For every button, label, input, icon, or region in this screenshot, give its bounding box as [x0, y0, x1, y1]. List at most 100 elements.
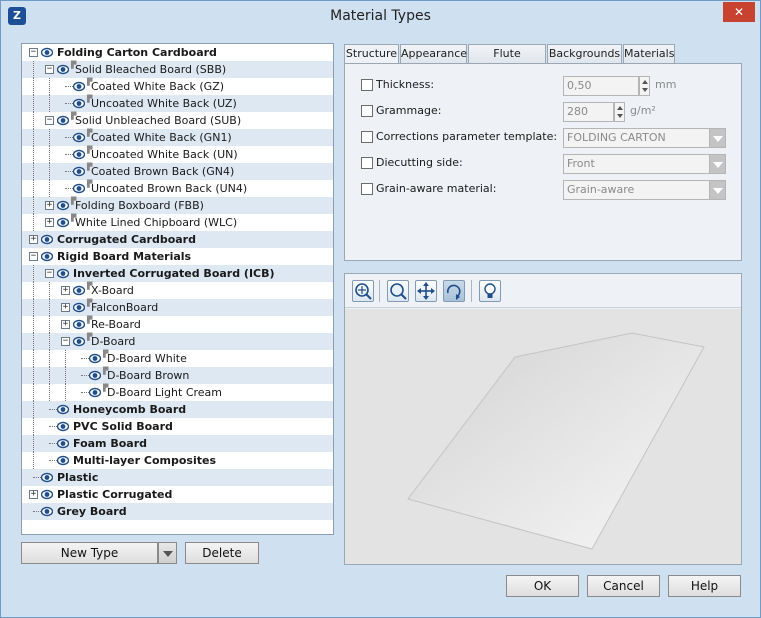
tree-item[interactable]: − Folding Carton Cardboard [22, 44, 333, 61]
new-type-dropdown-arrow-icon[interactable] [158, 542, 177, 564]
thickness-input[interactable]: 0,50 [563, 76, 639, 96]
visibility-eye-icon[interactable] [73, 98, 85, 109]
new-type-button[interactable]: New Type [21, 542, 158, 564]
visibility-eye-icon[interactable] [73, 183, 85, 194]
thickness-spinner[interactable] [639, 76, 650, 96]
tab-appearance[interactable]: Appearance [400, 44, 467, 64]
visibility-eye-icon[interactable] [41, 47, 53, 58]
tree-item[interactable]: + ▛ Re-Board [22, 316, 333, 333]
tree-item[interactable]: ▛ Uncoated White Back (UN) [22, 146, 333, 163]
tree-item[interactable]: − Inverted Corrugated Board (ICB) [22, 265, 333, 282]
tree-item[interactable]: − Rigid Board Materials [22, 248, 333, 265]
tree-item[interactable]: ▛ D-Board White [22, 350, 333, 367]
visibility-eye-icon[interactable] [57, 268, 69, 279]
expand-plus-icon[interactable]: + [61, 303, 70, 312]
grammage-checkbox[interactable] [361, 105, 373, 117]
grammage-input[interactable]: 280 [563, 102, 614, 122]
tree-item[interactable]: Multi-layer Composites [22, 452, 333, 469]
visibility-eye-icon[interactable] [73, 302, 85, 313]
tree-item[interactable]: ▛ Coated Brown Back (GN4) [22, 163, 333, 180]
visibility-eye-icon[interactable] [73, 132, 85, 143]
expand-plus-icon[interactable]: + [45, 201, 54, 210]
tree-item[interactable]: Grey Board [22, 503, 333, 520]
pan-icon[interactable] [415, 280, 437, 302]
expand-plus-icon[interactable]: + [61, 320, 70, 329]
visibility-eye-icon[interactable] [57, 200, 69, 211]
tree-item[interactable]: + ▛ FalconBoard [22, 299, 333, 316]
grain-checkbox[interactable] [361, 183, 373, 195]
cancel-button[interactable]: Cancel [587, 575, 660, 597]
tree-item[interactable]: ▛ Uncoated Brown Back (UN4) [22, 180, 333, 197]
tree-item[interactable]: Foam Board [22, 435, 333, 452]
visibility-eye-icon[interactable] [57, 455, 69, 466]
grain-dropdown-icon[interactable] [709, 180, 726, 200]
diecutting-checkbox[interactable] [361, 157, 373, 169]
tree-item[interactable]: + Corrugated Cardboard [22, 231, 333, 248]
3d-preview-viewport[interactable] [345, 309, 741, 564]
visibility-eye-icon[interactable] [73, 319, 85, 330]
visibility-eye-icon[interactable] [57, 421, 69, 432]
visibility-eye-icon[interactable] [41, 506, 53, 517]
corrections-select[interactable]: FOLDING CARTON [563, 128, 710, 148]
visibility-eye-icon[interactable] [73, 81, 85, 92]
rotate-icon[interactable] [443, 280, 465, 302]
thickness-checkbox[interactable] [361, 79, 373, 91]
tab-structure[interactable]: Structure [344, 44, 399, 65]
tree-item[interactable]: Plastic [22, 469, 333, 486]
visibility-eye-icon[interactable] [73, 285, 85, 296]
tree-item[interactable]: − ▛ D-Board [22, 333, 333, 350]
tree-item[interactable]: ▛ Coated White Back (GZ) [22, 78, 333, 95]
visibility-eye-icon[interactable] [41, 234, 53, 245]
close-button[interactable]: ✕ [723, 2, 755, 22]
visibility-eye-icon[interactable] [41, 489, 53, 500]
expand-plus-icon[interactable]: + [61, 286, 70, 295]
tree-item[interactable]: ▛ Coated White Back (GN1) [22, 129, 333, 146]
material-tree[interactable]: − Folding Carton Cardboard − ▛ Solid Bleache… [21, 43, 334, 535]
tree-item[interactable]: − ▛ Solid Bleached Board (SBB) [22, 61, 333, 78]
zoom-fit-icon[interactable] [352, 280, 374, 302]
visibility-eye-icon[interactable] [89, 387, 101, 398]
collapse-minus-icon[interactable]: − [45, 269, 54, 278]
visibility-eye-icon[interactable] [73, 149, 85, 160]
zoom-icon[interactable] [387, 280, 409, 302]
tree-item[interactable]: ▛ D-Board Light Cream [22, 384, 333, 401]
tree-item[interactable]: PVC Solid Board [22, 418, 333, 435]
visibility-eye-icon[interactable] [89, 370, 101, 381]
tree-item[interactable]: + ▛ X-Board [22, 282, 333, 299]
delete-button[interactable]: Delete [185, 542, 259, 564]
visibility-eye-icon[interactable] [57, 64, 69, 75]
visibility-eye-icon[interactable] [41, 251, 53, 262]
tree-item[interactable]: + ▛ Folding Boxboard (FBB) [22, 197, 333, 214]
collapse-minus-icon[interactable]: − [45, 65, 54, 74]
collapse-minus-icon[interactable]: − [29, 48, 38, 57]
visibility-eye-icon[interactable] [57, 115, 69, 126]
expand-plus-icon[interactable]: + [45, 218, 54, 227]
expand-plus-icon[interactable]: + [29, 235, 38, 244]
tree-item[interactable]: + Plastic Corrugated [22, 486, 333, 503]
help-button[interactable]: Help [668, 575, 741, 597]
collapse-minus-icon[interactable]: − [61, 337, 70, 346]
expand-plus-icon[interactable]: + [29, 490, 38, 499]
light-bulb-icon[interactable] [479, 280, 501, 302]
visibility-eye-icon[interactable] [57, 217, 69, 228]
collapse-minus-icon[interactable]: − [45, 116, 54, 125]
collapse-minus-icon[interactable]: − [29, 252, 38, 261]
ok-button[interactable]: OK [506, 575, 579, 597]
diecutting-dropdown-icon[interactable] [709, 154, 726, 174]
tree-item[interactable]: Honeycomb Board [22, 401, 333, 418]
visibility-eye-icon[interactable] [57, 404, 69, 415]
corrections-checkbox[interactable] [361, 131, 373, 143]
diecutting-select[interactable]: Front [563, 154, 710, 174]
tree-item[interactable]: − ▛ Solid Unbleached Board (SUB) [22, 112, 333, 129]
grain-select[interactable]: Grain-aware [563, 180, 710, 200]
tab-backgrounds[interactable]: Backgrounds [547, 44, 622, 64]
tab-flute-symbols[interactable]: Flute Symbols [468, 44, 546, 78]
visibility-eye-icon[interactable] [89, 353, 101, 364]
tree-item[interactable]: + ▛ White Lined Chipboard (WLC) [22, 214, 333, 231]
corrections-dropdown-icon[interactable] [709, 128, 726, 148]
visibility-eye-icon[interactable] [73, 166, 85, 177]
tree-item[interactable]: ▛ D-Board Brown [22, 367, 333, 384]
grammage-spinner[interactable] [614, 102, 625, 122]
tree-item[interactable]: ▛ Uncoated White Back (UZ) [22, 95, 333, 112]
visibility-eye-icon[interactable] [57, 438, 69, 449]
